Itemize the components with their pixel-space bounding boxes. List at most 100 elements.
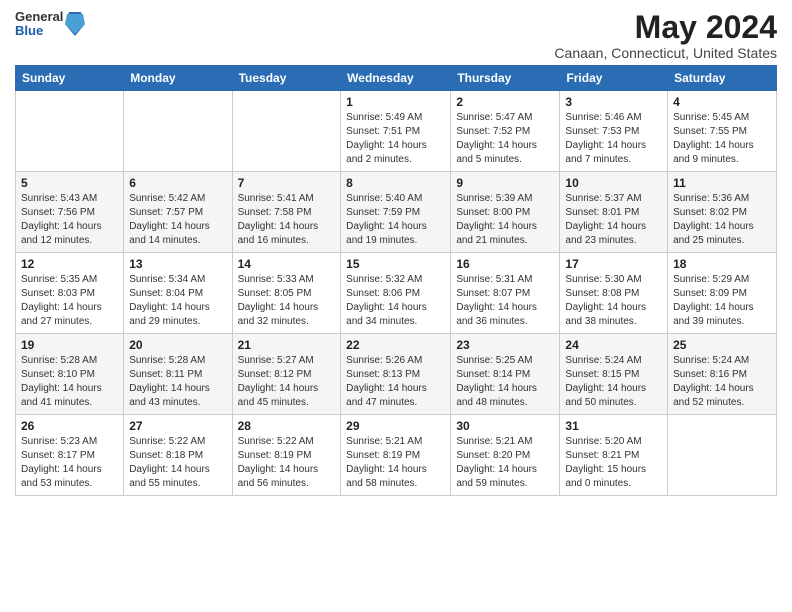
calendar-cell: 23Sunrise: 5:25 AM Sunset: 8:14 PM Dayli… (451, 334, 560, 415)
day-info: Sunrise: 5:28 AM Sunset: 8:11 PM Dayligh… (129, 354, 226, 410)
day-info: Sunrise: 5:26 AM Sunset: 8:13 PM Dayligh… (346, 354, 445, 410)
logo-general: General (15, 10, 63, 24)
calendar-week-5: 26 Sunrise: 5:23 AM Sunset: 8:17 PM Dayli… (16, 415, 777, 496)
logo-blue: Blue (15, 24, 63, 38)
day-number: 29 (346, 419, 445, 433)
day-info: Sunrise: 5:30 AM Sunset: 8:08 PM Dayligh… (565, 273, 662, 329)
day-info: Sunrise: 5:45 AM Sunset: 7:55 PM Dayligh… (673, 111, 771, 167)
calendar-week-1: 1 Sunrise: 5:49 AM Sunset: 7:51 PM Daylig… (16, 91, 777, 172)
day-number: 21 (238, 338, 336, 352)
day-info: Sunrise: 5:42 AM Sunset: 7:57 PM Dayligh… (129, 192, 226, 248)
day-number: 30 (456, 419, 554, 433)
page: General Blue May 2024 Canaan, Connecticu… (0, 0, 792, 612)
day-number: 16 (456, 257, 554, 271)
calendar-cell: 1 Sunrise: 5:49 AM Sunset: 7:51 PM Daylig… (341, 91, 451, 172)
day-info: Sunrise: 5:25 AM Sunset: 8:14 PM Dayligh… (456, 354, 554, 410)
day-info: Sunrise: 5:24 AM Sunset: 8:15 PM Dayligh… (565, 354, 662, 410)
day-number: 20 (129, 338, 226, 352)
day-info: Sunrise: 5:22 AM Sunset: 8:18 PM Dayligh… (129, 435, 226, 491)
day-info: Sunrise: 5:39 AM Sunset: 8:00 PM Dayligh… (456, 192, 554, 248)
calendar-cell: 15Sunrise: 5:32 AM Sunset: 8:06 PM Dayli… (341, 253, 451, 334)
day-number: 25 (673, 338, 771, 352)
calendar-cell: 3 Sunrise: 5:46 AM Sunset: 7:53 PM Daylig… (560, 91, 668, 172)
day-number: 19 (21, 338, 118, 352)
weekday-header-wednesday: Wednesday (341, 66, 451, 91)
calendar-cell: 11 Sunrise: 5:36 AM Sunset: 8:02 PM Dayli… (668, 172, 777, 253)
day-number: 26 (21, 419, 118, 433)
day-info: Sunrise: 5:49 AM Sunset: 7:51 PM Dayligh… (346, 111, 445, 167)
day-number: 8 (346, 176, 445, 190)
day-info: Sunrise: 5:41 AM Sunset: 7:58 PM Dayligh… (238, 192, 336, 248)
weekday-header-thursday: Thursday (451, 66, 560, 91)
day-info: Sunrise: 5:35 AM Sunset: 8:03 PM Dayligh… (21, 273, 118, 329)
calendar-cell: 8Sunrise: 5:40 AM Sunset: 7:59 PM Daylig… (341, 172, 451, 253)
title-area: May 2024 Canaan, Connecticut, United Sta… (554, 10, 777, 61)
day-info: Sunrise: 5:21 AM Sunset: 8:19 PM Dayligh… (346, 435, 445, 491)
calendar-week-3: 12 Sunrise: 5:35 AM Sunset: 8:03 PM Dayli… (16, 253, 777, 334)
calendar-cell (668, 415, 777, 496)
calendar-cell: 31Sunrise: 5:20 AM Sunset: 8:21 PM Dayli… (560, 415, 668, 496)
day-number: 13 (129, 257, 226, 271)
calendar-cell: 29 Sunrise: 5:21 AM Sunset: 8:19 PM Dayli… (341, 415, 451, 496)
day-info: Sunrise: 5:21 AM Sunset: 8:20 PM Dayligh… (456, 435, 554, 491)
calendar-cell: 12 Sunrise: 5:35 AM Sunset: 8:03 PM Dayli… (16, 253, 124, 334)
calendar-cell: 20 Sunrise: 5:28 AM Sunset: 8:11 PM Dayli… (124, 334, 232, 415)
calendar-cell: 16 Sunrise: 5:31 AM Sunset: 8:07 PM Dayli… (451, 253, 560, 334)
calendar-cell (124, 91, 232, 172)
day-number: 28 (238, 419, 336, 433)
calendar-cell (16, 91, 124, 172)
day-info: Sunrise: 5:32 AM Sunset: 8:06 PM Dayligh… (346, 273, 445, 329)
weekday-header-sunday: Sunday (16, 66, 124, 91)
day-number: 27 (129, 419, 226, 433)
calendar-cell: 13 Sunrise: 5:34 AM Sunset: 8:04 PM Dayli… (124, 253, 232, 334)
day-info: Sunrise: 5:29 AM Sunset: 8:09 PM Dayligh… (673, 273, 771, 329)
day-number: 22 (346, 338, 445, 352)
calendar-cell: 2Sunrise: 5:47 AM Sunset: 7:52 PM Daylig… (451, 91, 560, 172)
calendar-cell: 21 Sunrise: 5:27 AM Sunset: 8:12 PM Dayli… (232, 334, 341, 415)
day-info: Sunrise: 5:43 AM Sunset: 7:56 PM Dayligh… (21, 192, 118, 248)
calendar-cell (232, 91, 341, 172)
calendar-week-2: 5 Sunrise: 5:43 AM Sunset: 7:56 PM Daylig… (16, 172, 777, 253)
day-number: 6 (129, 176, 226, 190)
day-info: Sunrise: 5:36 AM Sunset: 8:02 PM Dayligh… (673, 192, 771, 248)
calendar-week-4: 19 Sunrise: 5:28 AM Sunset: 8:10 PM Dayli… (16, 334, 777, 415)
weekday-header-monday: Monday (124, 66, 232, 91)
calendar-cell: 4Sunrise: 5:45 AM Sunset: 7:55 PM Daylig… (668, 91, 777, 172)
day-number: 10 (565, 176, 662, 190)
day-number: 17 (565, 257, 662, 271)
calendar-cell: 30 Sunrise: 5:21 AM Sunset: 8:20 PM Dayli… (451, 415, 560, 496)
header: General Blue May 2024 Canaan, Connecticu… (15, 10, 777, 61)
day-info: Sunrise: 5:37 AM Sunset: 8:01 PM Dayligh… (565, 192, 662, 248)
day-info: Sunrise: 5:28 AM Sunset: 8:10 PM Dayligh… (21, 354, 118, 410)
day-info: Sunrise: 5:33 AM Sunset: 8:05 PM Dayligh… (238, 273, 336, 329)
calendar-header-row: SundayMondayTuesdayWednesdayThursdayFrid… (16, 66, 777, 91)
logo-text: General Blue (15, 10, 63, 39)
calendar: SundayMondayTuesdayWednesdayThursdayFrid… (15, 65, 777, 496)
calendar-cell: 7 Sunrise: 5:41 AM Sunset: 7:58 PM Daylig… (232, 172, 341, 253)
day-info: Sunrise: 5:22 AM Sunset: 8:19 PM Dayligh… (238, 435, 336, 491)
day-number: 11 (673, 176, 771, 190)
weekday-header-saturday: Saturday (668, 66, 777, 91)
day-info: Sunrise: 5:46 AM Sunset: 7:53 PM Dayligh… (565, 111, 662, 167)
day-number: 31 (565, 419, 662, 433)
day-info: Sunrise: 5:23 AM Sunset: 8:17 PM Dayligh… (21, 435, 118, 491)
day-number: 3 (565, 95, 662, 109)
calendar-cell: 5 Sunrise: 5:43 AM Sunset: 7:56 PM Daylig… (16, 172, 124, 253)
calendar-cell: 6 Sunrise: 5:42 AM Sunset: 7:57 PM Daylig… (124, 172, 232, 253)
day-number: 12 (21, 257, 118, 271)
day-info: Sunrise: 5:34 AM Sunset: 8:04 PM Dayligh… (129, 273, 226, 329)
calendar-cell: 25Sunrise: 5:24 AM Sunset: 8:16 PM Dayli… (668, 334, 777, 415)
day-info: Sunrise: 5:27 AM Sunset: 8:12 PM Dayligh… (238, 354, 336, 410)
day-number: 5 (21, 176, 118, 190)
day-number: 14 (238, 257, 336, 271)
day-number: 9 (456, 176, 554, 190)
calendar-cell: 28 Sunrise: 5:22 AM Sunset: 8:19 PM Dayli… (232, 415, 341, 496)
calendar-cell: 9 Sunrise: 5:39 AM Sunset: 8:00 PM Daylig… (451, 172, 560, 253)
weekday-header-tuesday: Tuesday (232, 66, 341, 91)
calendar-cell: 27 Sunrise: 5:22 AM Sunset: 8:18 PM Dayli… (124, 415, 232, 496)
day-number: 1 (346, 95, 445, 109)
day-number: 24 (565, 338, 662, 352)
day-info: Sunrise: 5:31 AM Sunset: 8:07 PM Dayligh… (456, 273, 554, 329)
day-number: 7 (238, 176, 336, 190)
calendar-cell: 14 Sunrise: 5:33 AM Sunset: 8:05 PM Dayli… (232, 253, 341, 334)
